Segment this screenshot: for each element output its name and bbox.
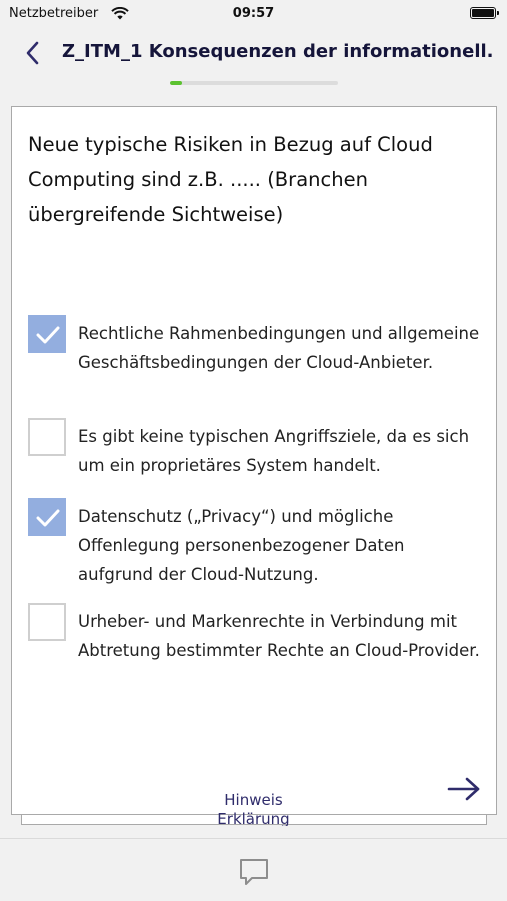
progress-bar xyxy=(170,81,338,85)
hint-link[interactable]: Hinweis xyxy=(0,791,507,809)
clock: 09:57 xyxy=(232,6,275,21)
question-text: Neue typische Risiken in Bezug auf Cloud… xyxy=(28,133,433,226)
status-bar: Netzbetreiber 09:57 xyxy=(0,0,507,28)
checkmark-icon xyxy=(36,326,60,344)
battery-icon xyxy=(470,7,499,19)
checkbox[interactable] xyxy=(28,315,66,353)
explanation-link[interactable]: Erklärung xyxy=(0,812,507,826)
checkbox[interactable] xyxy=(28,603,66,641)
bottom-toolbar xyxy=(0,838,507,901)
answer-label: Urheber- und Markenrechte in Verbindung … xyxy=(78,612,480,660)
arrow-right-icon[interactable] xyxy=(446,776,482,802)
checkbox[interactable] xyxy=(28,418,66,456)
question-card: Neue typische Risiken in Bezug auf Cloud… xyxy=(11,106,497,815)
answer-label: Datenschutz („Privacy“) und mögliche Off… xyxy=(78,507,405,584)
checkbox[interactable] xyxy=(28,498,66,536)
chevron-left-icon[interactable] xyxy=(22,37,46,69)
page-title: Z_ITM_1 Konsequenzen der informationell.… xyxy=(62,41,492,62)
comment-icon[interactable] xyxy=(239,857,269,887)
answer-label: Es gibt keine typischen Angriffsziele, d… xyxy=(78,427,470,475)
navigation-bar: Z_ITM_1 Konsequenzen der informationell.… xyxy=(0,28,507,78)
progress-fill xyxy=(170,81,182,85)
checkmark-icon xyxy=(36,509,60,527)
answer-label: Rechtliche Rahmenbedingungen und allgeme… xyxy=(78,324,480,372)
